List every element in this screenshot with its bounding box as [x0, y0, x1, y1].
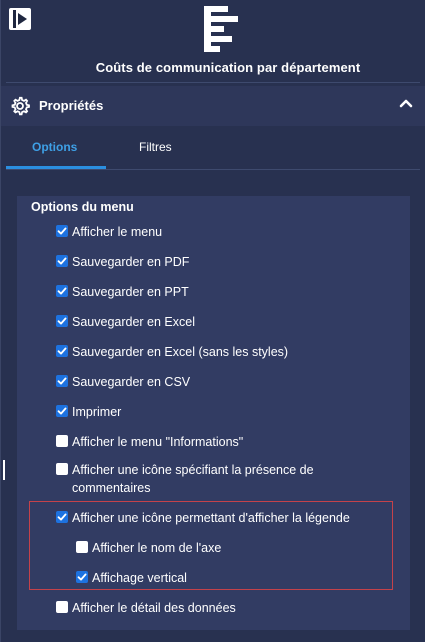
divider [6, 82, 420, 83]
checkbox-checked[interactable] [56, 315, 68, 327]
properties-section-header[interactable]: Propriétés [1, 86, 425, 126]
tab-options[interactable]: Options [32, 140, 77, 154]
checkmark-icon [57, 287, 67, 295]
option-label: Afficher une icône permettant d'afficher… [72, 511, 350, 525]
chevron-up-icon[interactable] [399, 98, 413, 108]
option-label: Sauvegarder en PDF [72, 255, 190, 269]
checkbox-unchecked[interactable] [56, 463, 68, 475]
option-sauvegarder-ppt[interactable]: Sauvegarder en PPT [56, 283, 189, 301]
checkmark-icon [57, 257, 67, 265]
checkmark-icon [57, 347, 67, 355]
option-label: Sauvegarder en Excel (sans les styles) [72, 345, 289, 359]
chart-title: Coûts de communication par département [95, 60, 361, 75]
option-label: Affichage vertical [92, 571, 187, 585]
checkmark-icon [77, 573, 87, 581]
checkbox-checked[interactable] [76, 571, 88, 583]
option-nom-axe[interactable]: Afficher le nom de l'axe [76, 539, 221, 557]
checkmark-icon [57, 377, 67, 385]
option-imprimer[interactable]: Imprimer [56, 403, 121, 421]
checkbox-checked[interactable] [56, 225, 68, 237]
tab-bar: Options Filtres [6, 126, 420, 170]
option-affichage-vertical[interactable]: Affichage vertical [76, 569, 187, 587]
option-label: Afficher le détail des données [72, 601, 236, 615]
option-label: Imprimer [72, 405, 122, 419]
option-sauvegarder-excel[interactable]: Sauvegarder en Excel [56, 313, 195, 331]
option-label: Afficher le menu [72, 225, 163, 239]
option-afficher-menu-informations[interactable]: Afficher le menu "Informations" [56, 433, 243, 451]
checkbox-checked[interactable] [56, 285, 68, 297]
checkmark-icon [57, 227, 67, 235]
checkbox-checked[interactable] [56, 375, 68, 387]
menu-options-card: Options du menu Afficher le menu Sauvegar… [17, 196, 410, 630]
properties-title: Propriétés [39, 98, 104, 113]
active-tab-indicator [6, 166, 106, 169]
panel-toggle-icon [13, 10, 27, 28]
option-label: Sauvegarder en CSV [72, 375, 191, 389]
checkbox-unchecked[interactable] [76, 541, 88, 553]
chart-type-icon [204, 6, 238, 52]
option-icone-commentaires[interactable]: Afficher une icône spécifiant la présenc… [56, 461, 356, 497]
option-label: Sauvegarder en Excel [72, 315, 195, 329]
option-sauvegarder-csv[interactable]: Sauvegarder en CSV [56, 373, 190, 391]
gear-icon [11, 96, 30, 116]
checkbox-checked[interactable] [56, 345, 68, 357]
checkmark-icon [57, 513, 67, 521]
tab-filtres[interactable]: Filtres [139, 140, 172, 154]
menu-options-heading: Options du menu [31, 200, 134, 214]
checkmark-icon [57, 407, 67, 415]
option-sauvegarder-excel-sans-styles[interactable]: Sauvegarder en Excel (sans les styles) [56, 343, 288, 361]
resize-handle[interactable] [3, 460, 5, 480]
checkbox-unchecked[interactable] [56, 435, 68, 447]
option-icone-legende[interactable]: Afficher une icône permettant d'afficher… [56, 509, 350, 527]
option-sauvegarder-pdf[interactable]: Sauvegarder en PDF [56, 253, 189, 271]
checkbox-checked[interactable] [56, 511, 68, 523]
checkbox-checked[interactable] [56, 405, 68, 417]
option-afficher-menu[interactable]: Afficher le menu [56, 223, 162, 241]
option-label: Afficher le nom de l'axe [92, 541, 222, 555]
properties-panel: Coûts de communication par département P… [0, 0, 425, 642]
option-detail-donnees[interactable]: Afficher le détail des données [56, 599, 236, 617]
option-label: Sauvegarder en PPT [72, 285, 189, 299]
option-label: Afficher le menu "Informations" [72, 435, 244, 449]
toggle-panel-button[interactable] [9, 8, 31, 30]
option-label: Afficher une icône spécifiant la présenc… [72, 463, 314, 495]
checkbox-checked[interactable] [56, 255, 68, 267]
checkmark-icon [57, 317, 67, 325]
checkbox-unchecked[interactable] [56, 601, 68, 613]
